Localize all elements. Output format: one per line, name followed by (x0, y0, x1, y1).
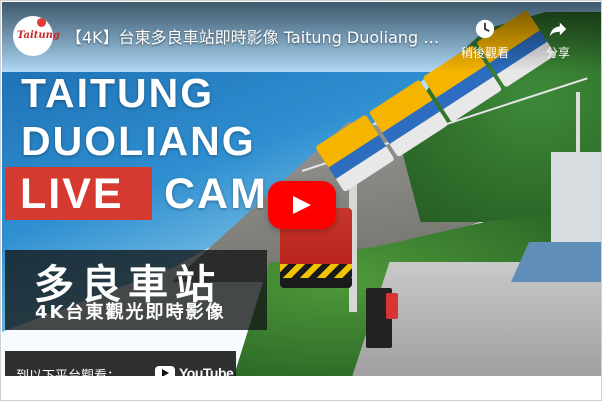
watch-on-label: 到以下平台觀看： (16, 365, 120, 376)
utility-pole (576, 92, 580, 182)
watch-later-button[interactable]: 稍後觀看 (454, 18, 516, 61)
cam-label: CAM (164, 170, 268, 218)
embedded-video-player[interactable]: TAITUNG DUOLIANG LIVE CAM 多良車站 4K台東觀光即時影… (0, 0, 602, 401)
watch-on-youtube-button[interactable]: 到以下平台觀看： YouTube (5, 351, 236, 376)
watch-later-label: 稍後觀看 (460, 46, 509, 60)
channel-logo-text: Taitung (17, 30, 60, 41)
locomotive-stripes (280, 264, 352, 278)
live-label: LIVE (20, 170, 124, 218)
signal-light (386, 293, 398, 319)
video-thumbnail[interactable]: TAITUNG DUOLIANG LIVE CAM 多良車站 4K台東觀光即時影… (2, 2, 601, 376)
station-subtitle: 4K台東觀光即時影像 (35, 302, 226, 323)
share-icon (549, 22, 567, 37)
youtube-logo-icon (155, 366, 175, 376)
share-label: 分享 (545, 46, 570, 60)
clock-icon (475, 19, 495, 39)
thumbnail-title-line2: DUOLIANG (21, 118, 256, 164)
play-icon (293, 196, 311, 214)
channel-logo-sun (37, 18, 46, 27)
share-button[interactable]: 分享 (534, 18, 582, 61)
page-background (1, 376, 601, 400)
play-button[interactable] (268, 181, 336, 229)
youtube-wordmark: YouTube (179, 365, 234, 376)
thumbnail-title-line1: TAITUNG (21, 70, 215, 116)
youtube-logo: YouTube (155, 365, 234, 376)
video-title[interactable]: 【4K】台東多良車站即時影像 Taitung Duoliang Station … (66, 24, 446, 48)
